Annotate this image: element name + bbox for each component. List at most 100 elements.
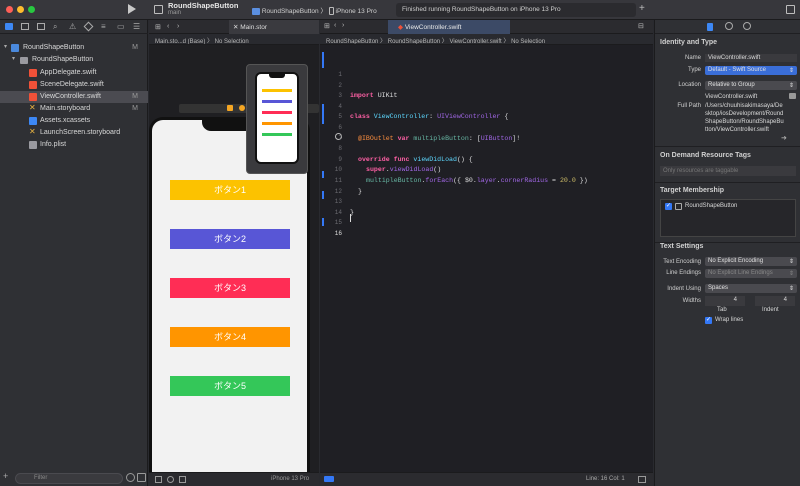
code-line-12[interactable]: } [358, 188, 362, 195]
forward-icon[interactable]: › [177, 23, 179, 30]
tab-width-field[interactable]: 4 [705, 296, 745, 306]
location-label: Location [678, 82, 701, 88]
encoding-value: No Explicit Encoding [708, 258, 764, 264]
add-editor-icon[interactable]: ⊟ [638, 22, 644, 30]
popup-chevron-icon: ⇕ [788, 259, 794, 265]
code-bottom-bar: Line: 16 Col: 1 [320, 472, 653, 486]
code-line-9[interactable]: override func viewDidLoad() { [358, 156, 473, 163]
code-line-14[interactable]: } [350, 209, 354, 216]
nav-item-label: Main.storyboard [40, 105, 91, 112]
indent-using-value: Spaces [708, 285, 729, 291]
forward-icon[interactable]: › [342, 22, 344, 29]
wrap-lines-checkbox[interactable]: ✓ [705, 317, 712, 324]
button-2[interactable]: ボタン2 [170, 229, 290, 249]
nav-item-scenedelegate[interactable]: SceneDelegate.swift [0, 79, 148, 91]
add-file-icon[interactable]: + [3, 471, 8, 481]
related-items-icon[interactable]: ⊞ [324, 22, 330, 30]
button-4[interactable]: ボタン4 [170, 327, 290, 347]
nav-item-label: LaunchScreen.storyboard [40, 129, 121, 136]
jump-bar-project[interactable]: RoundShapeButton [326, 39, 378, 44]
swift-file-icon [29, 93, 37, 101]
code-line-10[interactable]: super.viewDidLoad() [366, 166, 441, 173]
add-icon[interactable]: + [639, 3, 645, 14]
folder-icon[interactable] [789, 93, 796, 99]
line-number: 3 [338, 92, 342, 100]
jump-bar-symbol[interactable]: No Selection [511, 39, 545, 44]
grid-icon[interactable]: ⊞ [155, 23, 161, 31]
sidebar-toggle-icon[interactable] [154, 5, 163, 14]
file-inspector-icon[interactable] [707, 23, 713, 31]
minimap-notch [269, 74, 285, 78]
canvas-minimap[interactable] [246, 64, 308, 174]
storyboard-tab-bar: ⊞ ‹ › ✕ Main.stor [149, 20, 319, 34]
debug-area-toggle-icon[interactable] [324, 476, 334, 482]
breakpoint-navigator-icon[interactable]: ▭ [117, 22, 125, 31]
navigator-filter-input[interactable]: Filter [15, 473, 123, 484]
indent-using-popup[interactable]: Spaces ⇕ [705, 284, 797, 293]
zoom-window-button[interactable] [28, 6, 35, 13]
code-jump-bar[interactable]: RoundShapeButton 〉 RoundShapeButton 〉 Vi… [320, 34, 653, 45]
device-config-label[interactable]: iPhone 13 Pro [271, 476, 309, 482]
close-window-button[interactable] [6, 6, 13, 13]
button-1[interactable]: ボタン1 [170, 180, 290, 200]
folder-navigator-icon[interactable] [5, 23, 13, 30]
target-checkbox[interactable]: ✓ [665, 203, 672, 210]
tab-viewcontroller[interactable]: ◆ ViewController.swift [388, 20, 510, 34]
document-outline-icon[interactable] [155, 476, 162, 483]
storyboard-jump-bar[interactable]: Main.sto...d (Base) 〉 No Selection [149, 34, 319, 45]
encoding-popup[interactable]: No Explicit Encoding ⇕ [705, 257, 797, 266]
report-navigator-icon[interactable]: ☰ [133, 22, 140, 31]
find-navigator-icon[interactable]: ⌕ [53, 22, 57, 32]
editor-options-icon[interactable] [638, 476, 646, 483]
issue-navigator-icon[interactable]: ⚠ [69, 22, 76, 31]
nav-item-infoplist[interactable]: Info.plist [0, 139, 148, 151]
nav-item-main-storyboard[interactable]: ✕ Main.storyboard M [0, 103, 148, 115]
code-line-5[interactable]: class ViewController: UIViewController { [350, 113, 508, 120]
nav-item-assets[interactable]: Assets.xcassets [0, 115, 148, 127]
line-number: 1 [338, 71, 342, 78]
symbol-navigator-icon[interactable] [37, 23, 45, 30]
type-popup[interactable]: Default - Swift Source ⇕ [705, 66, 797, 75]
modified-badge: M [132, 105, 138, 112]
reveal-in-finder-icon[interactable]: ➜ [781, 134, 787, 142]
first-responder-icon[interactable] [239, 105, 245, 111]
run-icon[interactable] [128, 4, 136, 14]
code-line-7[interactable]: @IBOutlet var multipleButton: [UIButton]… [358, 135, 520, 142]
inspector-toggle-icon[interactable] [786, 5, 795, 14]
test-navigator-icon[interactable] [83, 21, 94, 32]
scheme-selector[interactable]: RoundShapeButton 〉 iPhone 13 Pro [252, 5, 377, 16]
nav-item-launchscreen[interactable]: ✕ LaunchScreen.storyboard [0, 127, 148, 139]
button-5[interactable]: ボタン5 [170, 376, 290, 396]
location-popup[interactable]: Relative to Group ⇕ [705, 81, 797, 90]
view-controller-icon[interactable] [227, 105, 233, 111]
jump-bar-file[interactable]: ViewController.swift [449, 39, 501, 44]
tab-main-storyboard[interactable]: ✕ Main.stor [229, 20, 319, 34]
history-inspector-icon[interactable] [725, 22, 733, 30]
source-control-icon[interactable] [21, 23, 29, 30]
full-path-value: /Users/chuuhisakimasaya/Desktop/iosDevel… [705, 103, 784, 133]
modified-badge: M [132, 93, 138, 100]
debug-navigator-icon[interactable]: ≡ [101, 22, 106, 31]
back-icon[interactable]: ‹ [167, 23, 169, 30]
source-control-filter-icon[interactable] [137, 473, 146, 482]
name-field[interactable]: ViewController.swift [705, 54, 797, 62]
name-label: Name [684, 55, 701, 61]
back-icon[interactable]: ‹ [334, 22, 336, 29]
location-file: ViewController.swift [705, 94, 758, 100]
minimize-window-button[interactable] [17, 6, 24, 13]
line-endings-popup[interactable]: No Explicit Line Endings ⇕ [705, 269, 797, 278]
button-3[interactable]: ボタン3 [170, 278, 290, 298]
nav-item-group[interactable]: ▾ RoundShapeButton [0, 54, 148, 66]
appearance-icon[interactable] [167, 476, 174, 483]
swift-file-icon [29, 69, 37, 77]
code-line-3[interactable]: import UIKit [350, 92, 398, 99]
quick-help-icon[interactable] [743, 22, 751, 30]
indent-width-field[interactable]: 4 [755, 296, 795, 306]
code-line-11[interactable]: multipleButton.forEach({ $0.layer.corner… [366, 177, 588, 184]
orientation-icon[interactable] [179, 476, 186, 483]
jump-bar-group[interactable]: RoundShapeButton [388, 39, 440, 44]
nav-item-project[interactable]: ▾ RoundShapeButton M [0, 42, 148, 54]
recent-files-icon[interactable] [126, 473, 135, 482]
nav-item-viewcontroller[interactable]: ViewController.swift M [0, 91, 148, 103]
nav-item-appdelegate[interactable]: AppDelegate.swift [0, 67, 148, 79]
